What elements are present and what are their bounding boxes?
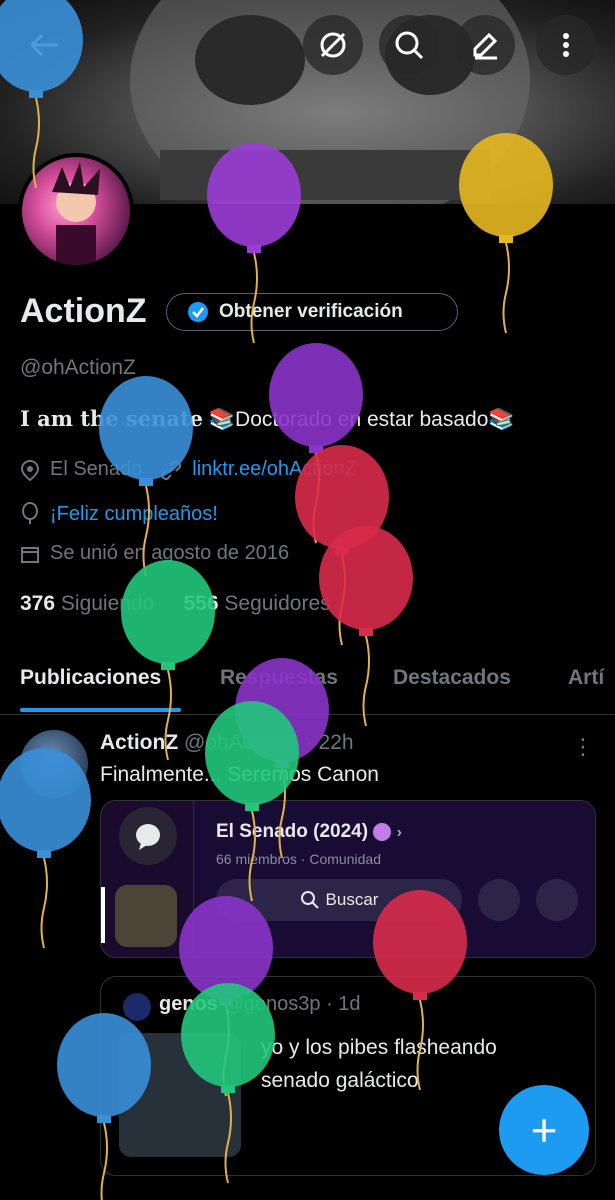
location-text: El Senado [50, 458, 143, 480]
post-handle: @ohActionZ [184, 731, 300, 754]
tab-highlights[interactable]: Destacados [393, 666, 511, 690]
post-more-icon[interactable]: ⋮ [572, 734, 594, 760]
post-avatar[interactable] [20, 730, 88, 798]
location-pin-icon [20, 459, 40, 481]
calendar-icon[interactable] [536, 879, 578, 921]
quote-handle: @genos3p [223, 993, 321, 1015]
search-button[interactable] [379, 15, 439, 75]
community-panel: El Senado (2024) › 66 miembros · Comunid… [193, 801, 595, 957]
balloon-knot [309, 445, 323, 453]
post-header: ActionZ @ohActionZ · 22h [100, 731, 354, 754]
balloon-string [502, 242, 510, 334]
search-icon [395, 31, 424, 60]
joined-text: Se unió en agosto de 2016 [50, 542, 290, 564]
profile-meta-birthday-row: ¡Feliz cumpleaños! [20, 502, 218, 526]
active-tab-indicator [20, 708, 181, 712]
balloon-knot [37, 850, 51, 858]
tab-articles[interactable]: Artí [568, 666, 604, 690]
quote-text-line1: yo y los pibes flasheando [261, 1036, 497, 1059]
profile-meta-joined-row: Se unió en agosto de 2016 [20, 542, 289, 565]
post-time: 22h [318, 731, 354, 754]
pencil-icon [473, 32, 498, 60]
arrow-left-icon [29, 33, 58, 57]
profile-name: ActionZ [20, 292, 147, 330]
following-stat[interactable]: 376 Siguiendo [20, 592, 154, 615]
profile-handle: @ohActionZ [20, 356, 136, 379]
edit-button[interactable] [455, 15, 515, 75]
balloon-knot [359, 628, 373, 636]
followers-stat[interactable]: 556 Seguidores [184, 592, 331, 615]
hide-button[interactable] [303, 15, 363, 75]
media-thumbnail [115, 885, 177, 947]
balloon-knot [247, 245, 261, 253]
verified-badge-icon [188, 302, 208, 322]
link-icon [161, 460, 182, 480]
quote-text-line2: senado galáctico [261, 1069, 419, 1092]
search-icon [300, 891, 319, 909]
back-button[interactable] [20, 20, 70, 70]
media-comment-icon [119, 807, 177, 865]
get-verified-label: Obtener verificación [219, 301, 403, 322]
more-vertical-icon [563, 33, 569, 57]
profile-link[interactable]: linktr.ee/ohActionZ [192, 458, 357, 481]
profile-stats: 376 Siguiendo 556 Seguidores [20, 592, 331, 616]
chevron-right-icon: › [396, 824, 402, 841]
community-search-label: Buscar [325, 890, 379, 909]
community-search[interactable]: Buscar [216, 879, 462, 921]
plus-icon: + [530, 1104, 558, 1156]
avatar[interactable] [18, 153, 134, 269]
tab-posts[interactable]: Publicaciones [20, 666, 161, 690]
post-media[interactable]: El Senado (2024) › 66 miembros · Comunid… [100, 800, 596, 958]
profile-meta-location-row: El Senado linktr.ee/ohActionZ [20, 458, 357, 481]
profile-bio: I am the senate 📚Doctorado en estar basa… [20, 406, 515, 432]
community-type: Comunidad [309, 851, 381, 867]
media-selected-marker [101, 887, 105, 943]
community-badge-icon [373, 822, 392, 841]
add-member-icon[interactable] [478, 879, 520, 921]
balloon [319, 526, 413, 630]
balloon-string [338, 554, 346, 646]
post-text: Finalmente... Seremos Canon [100, 763, 379, 786]
bio-text: 📚Doctorado en estar basado📚 [208, 408, 515, 431]
quote-image [119, 1033, 241, 1157]
balloon-string [40, 857, 48, 949]
calendar-icon [21, 546, 39, 563]
balloon-knot [335, 547, 349, 555]
profile-tabs: Publicaciones Respuestas Destacados Artí [0, 662, 615, 715]
compose-button[interactable]: + [499, 1085, 589, 1175]
tab-replies[interactable]: Respuestas [220, 666, 338, 690]
birthday-text[interactable]: ¡Feliz cumpleaños! [50, 503, 218, 526]
community-members: 66 miembros [216, 851, 297, 867]
avatar-art [52, 162, 100, 265]
post-author[interactable]: ActionZ [100, 731, 178, 754]
eye-slash-icon [320, 32, 346, 58]
bio-serif-text: I am the senate [20, 406, 204, 431]
balloon-icon [22, 502, 38, 524]
quote-avatar [123, 993, 151, 1021]
community-name: El Senado (2024) [216, 821, 369, 842]
quote-author: genos [159, 993, 218, 1015]
balloon-knot [499, 235, 513, 243]
quote-time: 1d [338, 993, 361, 1015]
get-verified-button[interactable]: Obtener verificación [166, 293, 458, 331]
more-button[interactable] [536, 15, 596, 75]
